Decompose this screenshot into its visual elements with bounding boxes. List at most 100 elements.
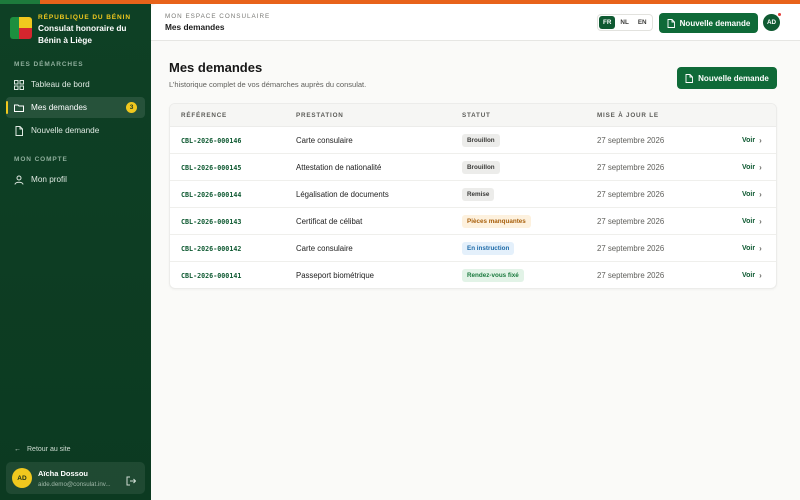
request-status: Rendez-vous fixé bbox=[462, 262, 524, 288]
sidebar-item-label: Tableau de bord bbox=[31, 80, 90, 89]
status-badge: Brouillon bbox=[462, 161, 500, 174]
document-plus-icon bbox=[685, 73, 694, 83]
table-row[interactable]: CBL-2026-000145 Attestation de nationalit… bbox=[170, 154, 776, 181]
page-subtitle: L’historique complet de vos démarches au… bbox=[169, 80, 367, 89]
nav-section-demarches: MES DÉMARCHES bbox=[14, 61, 84, 68]
sidebar: RÉPUBLIQUE DU BÉNIN Consulat honoraire d… bbox=[0, 0, 151, 500]
view-link[interactable]: Voir › bbox=[742, 262, 762, 288]
view-label: Voir bbox=[742, 137, 756, 144]
lang-option-en[interactable]: EN bbox=[634, 16, 651, 29]
request-reference[interactable]: CBL-2026-000142 bbox=[181, 235, 241, 262]
request-service: Légalisation de documents bbox=[296, 190, 389, 199]
request-date: 27 septembre 2026 bbox=[597, 244, 665, 253]
chevron-right-icon: › bbox=[759, 244, 762, 253]
table-row[interactable]: CBL-2026-000146 Carte consulaire Brouillon… bbox=[170, 127, 776, 154]
request-reference[interactable]: CBL-2026-000143 bbox=[181, 208, 241, 235]
nav-section-compte: MON COMPTE bbox=[14, 156, 68, 163]
sidebar-item-label: Nouvelle demande bbox=[31, 126, 100, 135]
main-content: MON ESPACE CONSULAIRE Mes demandes FR NL… bbox=[151, 4, 800, 500]
sidebar-item-dashboard[interactable]: Tableau de bord bbox=[6, 74, 145, 95]
sidebar-item-label: Mes demandes bbox=[31, 103, 87, 112]
view-label: Voir bbox=[742, 218, 756, 225]
header-title: Mes demandes bbox=[165, 22, 225, 32]
view-link[interactable]: Voir › bbox=[742, 208, 762, 235]
document-icon bbox=[14, 125, 24, 136]
column-header-statut: STATUT bbox=[462, 112, 491, 119]
back-to-site-label: Retour au site bbox=[27, 446, 71, 453]
request-reference[interactable]: CBL-2026-000145 bbox=[181, 154, 241, 181]
request-service: Certificat de célibat bbox=[296, 217, 363, 226]
view-link[interactable]: Voir › bbox=[742, 235, 762, 262]
folder-icon bbox=[14, 103, 24, 113]
table-row[interactable]: CBL-2026-000141 Passeport biométrique Rend… bbox=[170, 262, 776, 288]
request-service: Carte consulaire bbox=[296, 136, 353, 145]
sidebar-item-nouvelle-demande[interactable]: Nouvelle demande bbox=[6, 120, 145, 141]
notification-dot bbox=[777, 12, 782, 17]
request-date: 27 septembre 2026 bbox=[597, 136, 665, 145]
chevron-right-icon: › bbox=[759, 190, 762, 199]
request-status: Pièces manquantes bbox=[462, 208, 531, 235]
request-status: Brouillon bbox=[462, 127, 500, 154]
top-header: MON ESPACE CONSULAIRE Mes demandes FR NL… bbox=[151, 4, 800, 41]
top-accent-stripe bbox=[0, 0, 800, 4]
user-name: Aïcha Dossou bbox=[38, 468, 89, 478]
lang-option-fr[interactable]: FR bbox=[599, 16, 616, 29]
brand: RÉPUBLIQUE DU BÉNIN Consulat honoraire d… bbox=[10, 14, 146, 46]
column-header-date: MISE À JOUR LE bbox=[597, 112, 659, 119]
requests-table: RÉFÉRENCE PRESTATION STATUT MISE À JOUR … bbox=[169, 103, 777, 289]
document-plus-icon bbox=[667, 18, 675, 28]
status-badge: Remise bbox=[462, 188, 495, 201]
user-icon bbox=[14, 175, 24, 185]
view-link[interactable]: Voir › bbox=[742, 127, 762, 154]
request-status: Remise bbox=[462, 181, 495, 208]
user-card: AD Aïcha Dossou aide.demo@consulat.inv..… bbox=[6, 462, 145, 494]
column-header-prestation: PRESTATION bbox=[296, 112, 344, 119]
request-service: Attestation de nationalité bbox=[296, 163, 382, 172]
sidebar-item-mon-profil[interactable]: Mon profil bbox=[6, 169, 145, 190]
request-date: 27 septembre 2026 bbox=[597, 217, 665, 226]
request-service: Carte consulaire bbox=[296, 244, 353, 253]
chevron-right-icon: › bbox=[759, 163, 762, 172]
table-header: RÉFÉRENCE PRESTATION STATUT MISE À JOUR … bbox=[170, 104, 776, 127]
avatar: AD bbox=[12, 468, 32, 488]
view-link[interactable]: Voir › bbox=[742, 154, 762, 181]
chevron-right-icon: › bbox=[759, 271, 762, 280]
request-reference[interactable]: CBL-2026-000141 bbox=[181, 262, 241, 288]
back-to-site-link[interactable]: ← Retour au site bbox=[14, 446, 71, 453]
arrow-left-icon: ← bbox=[14, 446, 21, 453]
status-badge: Rendez-vous fixé bbox=[462, 269, 524, 282]
chevron-right-icon: › bbox=[759, 136, 762, 145]
view-label: Voir bbox=[742, 245, 756, 252]
request-service: Passeport biométrique bbox=[296, 271, 375, 280]
view-label: Voir bbox=[742, 191, 756, 198]
brand-title: Consulat honoraire du Bénin à Liège bbox=[38, 23, 127, 45]
request-status: Brouillon bbox=[462, 154, 500, 181]
dashboard-icon bbox=[14, 79, 24, 90]
sidebar-item-mes-demandes[interactable]: Mes demandes 3 bbox=[6, 97, 145, 118]
table-row[interactable]: CBL-2026-000144 Légalisation de documents… bbox=[170, 181, 776, 208]
status-badge: Brouillon bbox=[462, 134, 500, 147]
header-new-request-button[interactable]: Nouvelle demande bbox=[659, 13, 758, 33]
table-row[interactable]: CBL-2026-000143 Certificat de célibat Pièc… bbox=[170, 208, 776, 235]
view-link[interactable]: Voir › bbox=[742, 181, 762, 208]
logout-icon[interactable] bbox=[126, 473, 137, 486]
sidebar-item-label: Mon profil bbox=[31, 175, 67, 184]
request-status: En instruction bbox=[462, 235, 515, 262]
requests-count-badge: 3 bbox=[126, 102, 137, 113]
request-date: 27 septembre 2026 bbox=[597, 190, 665, 199]
lang-option-nl[interactable]: NL bbox=[616, 16, 632, 29]
request-date: 27 septembre 2026 bbox=[597, 271, 665, 280]
status-badge: En instruction bbox=[462, 242, 515, 255]
status-badge: Pièces manquantes bbox=[462, 215, 531, 228]
header-new-request-label: Nouvelle demande bbox=[679, 18, 751, 28]
page-title: Mes demandes bbox=[169, 60, 263, 75]
table-row[interactable]: CBL-2026-000142 Carte consulaire En instru… bbox=[170, 235, 776, 262]
view-label: Voir bbox=[742, 272, 756, 279]
language-switcher: FR NL EN bbox=[597, 14, 653, 31]
benin-flag-icon bbox=[10, 17, 32, 39]
column-header-reference: RÉFÉRENCE bbox=[181, 112, 228, 119]
request-reference[interactable]: CBL-2026-000144 bbox=[181, 181, 241, 208]
new-request-button[interactable]: Nouvelle demande bbox=[677, 67, 777, 89]
header-kicker: MON ESPACE CONSULAIRE bbox=[165, 13, 271, 20]
request-reference[interactable]: CBL-2026-000146 bbox=[181, 127, 241, 154]
